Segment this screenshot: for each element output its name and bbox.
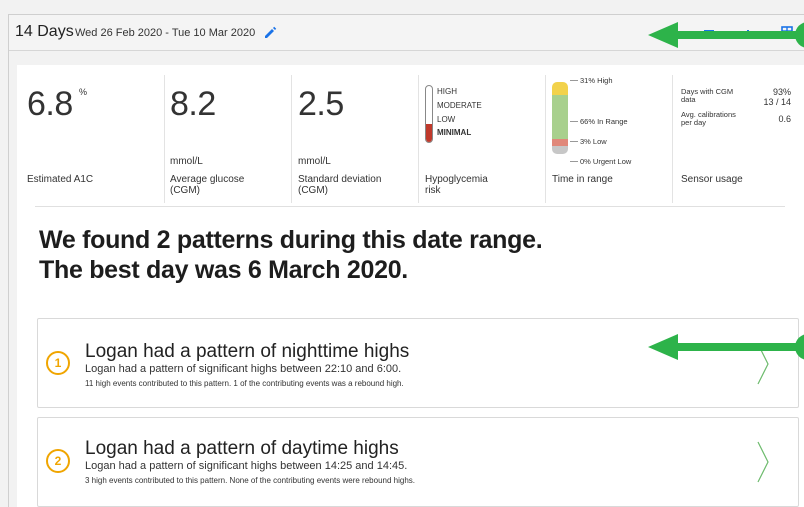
hypo-level-moderate: MODERATE (437, 101, 482, 110)
hypo-risk-fill (426, 124, 432, 142)
a1c-label: Estimated A1C (27, 174, 94, 185)
stat-time-in-range: 31% High 66% In Range 3% Low 0% Urgent L… (552, 75, 673, 203)
tir-bar (552, 82, 568, 154)
sensor-label: Sensor usage (681, 174, 743, 185)
hypo-risk-gauge (425, 85, 433, 143)
tir-tick-urgent-low (570, 161, 578, 162)
pattern-description: Logan had a pattern of significant highs… (85, 460, 408, 472)
date-range: Wed 26 Feb 2020 - Tue 10 Mar 2020 (75, 27, 256, 39)
headline-line2: The best day was 6 March 2020. (39, 256, 408, 284)
tir-low-segment (552, 139, 568, 146)
glucose-value: 8.2 (170, 85, 216, 123)
stat-a1c: 6.8 % Estimated A1C (27, 75, 165, 203)
pattern-number-badge: 1 (46, 351, 70, 375)
hypo-level-low: LOW (437, 115, 456, 124)
tir-urgent-low-segment (552, 146, 568, 154)
tir-urgent-low-label: 0% Urgent Low (580, 157, 632, 166)
sd-unit: mmol/L (298, 156, 331, 167)
pencil-icon[interactable] (263, 25, 277, 39)
pattern-card-2[interactable]: 2 Logan had a pattern of daytime highs L… (37, 417, 799, 507)
pattern-number-badge: 2 (46, 449, 70, 473)
sd-value: 2.5 (298, 85, 344, 123)
tir-low-label: 3% Low (580, 137, 607, 146)
tir-tick-low (570, 141, 578, 142)
pattern-note: 3 high events contributed to this patter… (85, 476, 415, 485)
tir-in-range-label: 66% In Range (580, 117, 628, 126)
a1c-unit: % (79, 87, 88, 97)
report-frame: 14 Days Wed 26 Feb 2020 - Tue 10 Mar 202… (8, 14, 804, 507)
pattern-title: Logan had a pattern of nighttime highs (85, 341, 410, 362)
pattern-card-1[interactable]: 1 Logan had a pattern of nighttime highs… (37, 318, 799, 408)
divider (35, 206, 785, 207)
hypo-label: Hypoglycemia risk (425, 174, 488, 196)
stat-sensor-usage: Days with CGM data 93% 13 / 14 Avg. calibr… (679, 75, 804, 203)
hypo-level-high: HIGH (437, 87, 457, 96)
tir-in-range-segment (552, 95, 568, 139)
glucose-label: Average glucose (CGM) (170, 174, 245, 196)
sensor-days-label: Days with CGM data (681, 87, 734, 104)
pattern-description: Logan had a pattern of significant highs… (85, 363, 402, 375)
chevron-right-icon[interactable] (756, 440, 770, 484)
stat-std-dev: 2.5 mmol/L Standard deviation (CGM) (298, 75, 419, 203)
stat-hypo-risk: HIGH MODERATE LOW MINIMAL Hypoglycemia ri… (425, 75, 546, 203)
a1c-value: 6.8 (27, 85, 73, 123)
hypo-level-minimal: MINIMAL (437, 128, 472, 137)
days-label: 14 Days (15, 23, 74, 40)
pattern-title: Logan had a pattern of daytime highs (85, 438, 399, 459)
tir-high-segment (552, 82, 568, 95)
tir-tick-high (570, 80, 578, 81)
patterns-headline: We found 2 patterns during this date ran… (39, 225, 543, 285)
sensor-calibrations-value: 0.6 (778, 114, 791, 124)
sd-label: Standard deviation (CGM) (298, 174, 382, 196)
tir-high-label: 31% High (580, 76, 613, 85)
tir-label: Time in range (552, 174, 613, 185)
arrow-left-icon (648, 334, 804, 360)
stat-avg-glucose: 8.2 mmol/L Average glucose (CGM) (170, 75, 292, 203)
pattern-note: 11 high events contributed to this patte… (85, 379, 404, 388)
headline-line1: We found 2 patterns during this date ran… (39, 226, 543, 254)
report-card: 6.8 % Estimated A1C 8.2 mmol/L Average g… (17, 65, 804, 507)
tir-tick-in-range (570, 121, 578, 122)
sensor-calibrations-label: Avg. calibrations per day (681, 110, 736, 127)
arrow-left-icon (648, 22, 804, 48)
sensor-days-value: 93% 13 / 14 (763, 87, 791, 107)
glucose-unit: mmol/L (170, 156, 203, 167)
